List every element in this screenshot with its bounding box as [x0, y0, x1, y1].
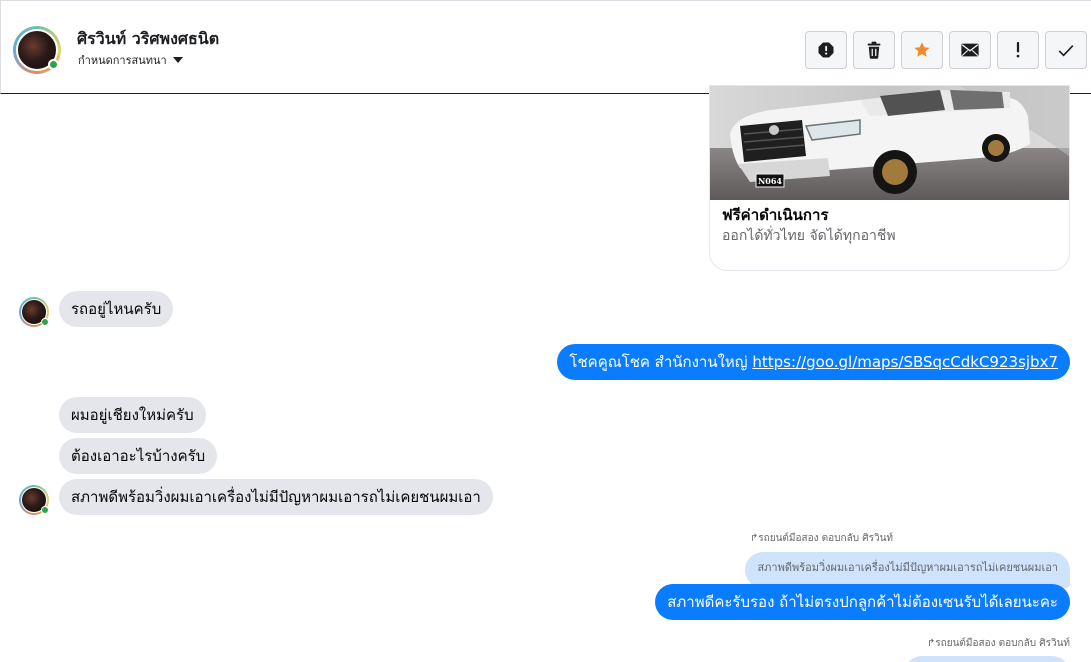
- caret-down-icon: [172, 57, 183, 63]
- sender-avatar[interactable]: [19, 297, 49, 327]
- sender-avatar[interactable]: [19, 485, 49, 515]
- assign-label: กำหนดการสนทนา: [78, 54, 167, 67]
- card-subtitle: ออกได้ทั่วไทย จัดได้ทุกอาชีพ: [722, 228, 896, 244]
- online-status-dot: [41, 318, 49, 326]
- reply-indicator: ↱รถยนต์มือสอง ตอบกลับ ศิรวินท์: [927, 636, 1070, 651]
- pickup-truck-image: N064: [710, 86, 1069, 200]
- trash-icon: [867, 41, 881, 59]
- shared-product-card[interactable]: N064 ฟรีค่าดำเนินการ ออกได้ทั่วไทย จัดได…: [709, 85, 1070, 271]
- message-text: โชคคูณโชค สำนักงานใหญ่: [569, 353, 753, 371]
- mark-done-button[interactable]: [1045, 31, 1087, 69]
- card-title: ฟรีค่าดำเนินการ: [722, 206, 829, 224]
- envelope-icon: [961, 43, 979, 57]
- license-plate: N064: [758, 176, 782, 186]
- thread-header: ศิรวินท์ วริศพงศธนิต กำหนดการสนทนา: [0, 0, 1091, 94]
- online-status-dot: [48, 59, 59, 70]
- star-button[interactable]: [901, 31, 943, 69]
- exclamation-circle-icon: [818, 42, 834, 58]
- message-list[interactable]: N064 ฟรีค่าดำเนินการ ออกได้ทั่วไทย จัดได…: [0, 85, 1091, 662]
- quoted-message-partial[interactable]: [904, 656, 1070, 662]
- reply-indicator: ↱รถยนต์มือสอง ตอบกลับ ศิรวินท์: [750, 531, 893, 546]
- star-icon: [914, 42, 930, 57]
- product-image: N064: [710, 86, 1069, 200]
- messenger-thread: ศิรวินท์ วริศพงศธนิต กำหนดการสนทนา N064 …: [0, 0, 1091, 662]
- mark-unread-button[interactable]: [949, 31, 991, 69]
- incoming-message[interactable]: ผมอยู่เชียงใหม่ครับ: [59, 397, 206, 433]
- thread-actions: [805, 31, 1087, 69]
- contact-name[interactable]: ศิรวินท์ วริศพงศธนิต: [77, 27, 219, 52]
- outgoing-message[interactable]: สภาพดีคะรับรอง ถ้าไม่ตรงปกลูกค้าไม่ต้องเ…: [655, 584, 1070, 620]
- exclamation-icon: [1016, 42, 1020, 58]
- reply-label: รถยนต์มือสอง ตอบกลับ ศิรวินท์: [758, 533, 893, 544]
- reply-label: รถยนต์มือสอง ตอบกลับ ศิรวินท์: [935, 638, 1070, 649]
- incoming-message[interactable]: รถอยู่ไหนครับ: [59, 291, 174, 327]
- assign-conversation-dropdown[interactable]: กำหนดการสนทนา: [78, 51, 183, 69]
- maps-link[interactable]: https://goo.gl/maps/SBSqcCdkC923sjbx7: [752, 353, 1058, 371]
- online-status-dot: [41, 506, 49, 514]
- spam-button[interactable]: [805, 31, 847, 69]
- outgoing-message[interactable]: โชคคูณโชค สำนักงานใหญ่ https://goo.gl/ma…: [557, 344, 1070, 380]
- checkmark-icon: [1058, 44, 1074, 56]
- incoming-message[interactable]: ต้องเอาอะไรบ้างครับ: [59, 438, 218, 474]
- important-button[interactable]: [997, 31, 1039, 69]
- quoted-message[interactable]: สภาพดีพร้อมวิ่งผมเอาเครื่องไม่มีปัญหาผมเ…: [745, 552, 1070, 588]
- incoming-message[interactable]: สภาพดีพร้อมวิ่งผมเอาเครื่องไม่มีปัญหาผมเ…: [59, 479, 493, 515]
- contact-avatar[interactable]: [13, 26, 61, 74]
- delete-button[interactable]: [853, 31, 895, 69]
